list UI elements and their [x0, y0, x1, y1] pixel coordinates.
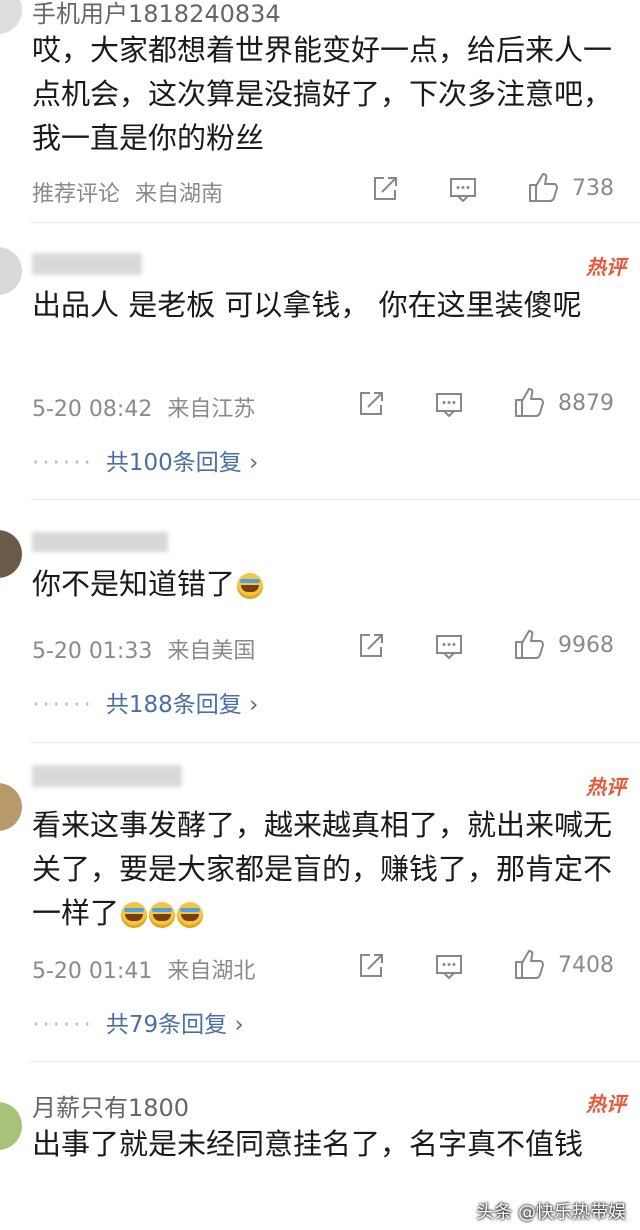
username[interactable]: 手机用户1818240834	[32, 0, 281, 29]
watermark: 头条 @快乐热带娱	[476, 1202, 626, 1223]
laugh-cry-emoji-icon	[177, 902, 204, 928]
comment-location: 来自湖南	[135, 182, 224, 207]
comment-meta: 5-20 01:41 来自湖北	[32, 953, 255, 985]
comment-icon[interactable]	[434, 951, 464, 981]
comment-meta: 5-20 08:42 来自江苏	[32, 391, 255, 423]
comment-text-content: 你不是知道错了	[32, 567, 236, 601]
hot-comment-badge: 热评	[586, 255, 626, 279]
comment-text: 出事了就是未经同意挂名了，名字真不值钱	[32, 1127, 584, 1161]
view-replies-link[interactable]: ······ 共79条回复 ›	[32, 1005, 244, 1039]
dots-icon: ······	[32, 1012, 94, 1038]
avatar[interactable]	[0, 530, 22, 578]
comment-time: 5-20 01:33	[32, 639, 153, 664]
share-icon[interactable]	[356, 631, 386, 661]
comment-text: 你不是知道错了	[32, 562, 612, 606]
avatar[interactable]	[0, 0, 22, 34]
dots-icon: ······	[32, 450, 94, 476]
hot-comment-badge: 热评	[586, 1092, 626, 1116]
like-count: 8879	[558, 391, 614, 416]
share-icon[interactable]	[356, 951, 386, 981]
comment-meta: 5-20 01:33 来自美国	[32, 633, 255, 665]
share-icon[interactable]	[356, 389, 386, 419]
comment-time: 5-20 01:41	[32, 959, 153, 984]
comment-text: 哎，大家都想着世界能变好一点，给后来人一点机会，这次算是没搞好了，下次多注意吧，…	[32, 33, 613, 155]
avatar[interactable]	[0, 783, 22, 831]
username-blurred	[32, 765, 182, 787]
comment-item: 手机用户1818240834 哎，大家都想着世界能变好一点，给后来人一点机会，这…	[0, 0, 640, 222]
username-blurred	[32, 532, 168, 552]
laugh-cry-emoji-icon	[149, 902, 176, 928]
view-replies-link[interactable]: ······ 共100条回复 ›	[32, 443, 258, 477]
comment-item: 热评 出品人 是老板 可以拿钱， 你在这里装傻呢 5-20 08:42 来自江苏…	[0, 223, 640, 499]
avatar[interactable]	[0, 247, 22, 295]
comment-icon[interactable]	[434, 389, 464, 419]
comment-time: 5-20 08:42	[32, 397, 153, 422]
comment-location: 来自美国	[167, 639, 256, 664]
comment-meta: 推荐评论 来自湖南	[32, 176, 223, 208]
like-count: 7408	[558, 953, 614, 978]
hot-comment-badge: 热评	[586, 775, 626, 799]
thumbs-up-icon[interactable]	[512, 947, 546, 981]
comment-icon[interactable]	[448, 174, 478, 204]
share-icon[interactable]	[370, 174, 400, 204]
comment-text: 看来这事发酵了，越来越真相了，就出来喊无关了，要是大家都是盲的，赚钱了，那肯定不…	[32, 803, 612, 935]
thumbs-up-icon[interactable]	[512, 627, 546, 661]
view-replies-link[interactable]: ······ 共188条回复 ›	[32, 685, 258, 719]
like-count: 9968	[558, 633, 614, 658]
comment-text-content: 看来这事发酵了，越来越真相了，就出来喊无关了，要是大家都是盲的，赚钱了，那肯定不…	[32, 808, 613, 930]
like-count: 738	[572, 176, 614, 201]
thumbs-up-icon[interactable]	[512, 385, 546, 419]
comment-icon[interactable]	[434, 631, 464, 661]
avatar[interactable]	[0, 1102, 22, 1150]
username-blurred	[32, 253, 142, 275]
thumbs-up-icon[interactable]	[526, 170, 560, 204]
comment-item: 热评 看来这事发酵了，越来越真相了，就出来喊无关了，要是大家都是盲的，赚钱了，那…	[0, 743, 640, 1061]
comment-location: 来自江苏	[167, 397, 256, 422]
laugh-cry-emoji-icon	[237, 573, 264, 599]
laugh-cry-emoji-icon	[121, 902, 148, 928]
comment-item: 你不是知道错了 5-20 01:33 来自美国 9968 ······ 共188条…	[0, 500, 640, 742]
comment-time: 推荐评论	[32, 182, 121, 207]
replies-count[interactable]: 共79条回复 ›	[106, 1012, 244, 1038]
username[interactable]: 月薪只有1800	[32, 1088, 189, 1123]
replies-count[interactable]: 共188条回复 ›	[106, 692, 258, 718]
replies-count[interactable]: 共100条回复 ›	[106, 450, 258, 476]
comment-text: 出品人 是老板 可以拿钱， 你在这里装傻呢	[32, 288, 582, 322]
dots-icon: ······	[32, 692, 94, 718]
comment-location: 来自湖北	[167, 959, 256, 984]
